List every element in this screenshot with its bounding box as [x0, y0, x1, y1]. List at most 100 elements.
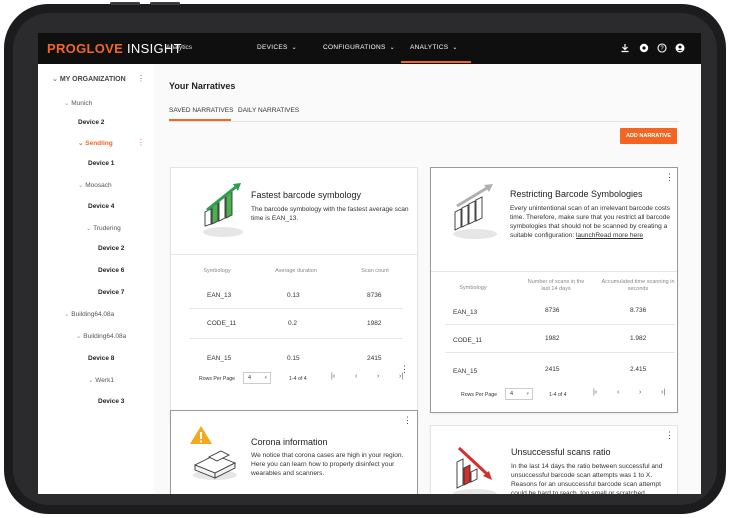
- chevron-down-icon: ⌄: [64, 311, 70, 318]
- table-cell: EAN_15: [453, 368, 478, 375]
- sidebar-item-device[interactable]: Device 6: [98, 267, 124, 274]
- table-cell: CODE_11: [207, 320, 237, 327]
- table-row-divider: [189, 308, 403, 309]
- nav-configurations-label: CONFIGURATIONS: [323, 44, 386, 51]
- chevron-down-icon: ⌄: [76, 333, 82, 340]
- nav-devices[interactable]: DEVICES ⌄: [257, 44, 297, 51]
- column-header[interactable]: Scan count: [347, 268, 403, 275]
- rows-per-page-label: Rows Per Page: [199, 376, 236, 382]
- table-row-divider: [189, 338, 403, 339]
- sidebar-item-building[interactable]: ⌄ Building64.08a: [64, 310, 114, 318]
- add-narrative-button[interactable]: ADD NARRATIVE: [620, 128, 677, 144]
- notification-icon[interactable]: [639, 43, 649, 53]
- more-vert-icon[interactable]: ⋮: [403, 415, 412, 426]
- card-fastest-symbology: Fastest barcode symbology The barcode sy…: [170, 167, 418, 423]
- read-more-link[interactable]: launchRead more here: [576, 232, 643, 239]
- column-header[interactable]: Symbology: [445, 285, 501, 292]
- sidebar-item-device[interactable]: Device 2: [98, 245, 124, 252]
- table-cell: 0.13: [287, 292, 300, 299]
- table-cell: EAN_15: [207, 355, 232, 362]
- sidebar-item-label: Device 1: [88, 160, 115, 167]
- first-page-icon[interactable]: |‹: [593, 389, 597, 396]
- brand-logo[interactable]: PROGLOVE INSIGHT: [47, 41, 182, 56]
- more-vert-icon[interactable]: ⋮: [665, 430, 674, 441]
- download-icon[interactable]: [620, 43, 630, 53]
- sidebar-item-werk[interactable]: ⌄ Werk1: [88, 376, 114, 384]
- sidebar-item-label: Building64.08a: [71, 311, 115, 318]
- help-icon[interactable]: ?: [657, 43, 667, 53]
- card-description: Every unintentional scan of an irrelevan…: [510, 204, 672, 240]
- sidebar-item-label: Trudering: [93, 225, 121, 232]
- previous-page-icon[interactable]: ‹: [355, 373, 357, 380]
- rows-per-page-select[interactable]: 4 ▾: [243, 372, 271, 384]
- nav-active-indicator: [401, 61, 471, 63]
- sidebar-item-munich[interactable]: ⌄ Munich: [64, 99, 92, 107]
- sidebar-item-label: Building64.08a: [83, 333, 127, 340]
- chevron-down-icon: ⌄: [78, 182, 84, 189]
- barcode-restrict-illustration: [453, 184, 497, 239]
- table-cell: EAN_13: [207, 292, 232, 299]
- sidebar-item-trudering[interactable]: ⌄ Trudering: [86, 224, 121, 232]
- previous-page-icon[interactable]: ‹: [617, 389, 619, 396]
- table-cell: 2415: [367, 355, 382, 362]
- next-page-icon[interactable]: ›: [639, 389, 641, 396]
- organization-sidebar: ⌄ MY ORGANIZATION ⋮ ⌄ Munich Device 2 ⌄ …: [38, 64, 154, 494]
- sidebar-item-label: Device 6: [98, 267, 125, 274]
- card-unsuccessful-scans: ⋮ Unsuccessful scans ratio In the last 1…: [430, 425, 678, 494]
- table-cell: 8736: [545, 307, 560, 314]
- table-divider: [431, 271, 677, 272]
- sidebar-item-device[interactable]: Device 4: [88, 203, 114, 210]
- first-page-icon[interactable]: |‹: [331, 373, 335, 380]
- card-title: Restricting Barcode Symbologies: [510, 189, 643, 199]
- column-header[interactable]: Symbology: [189, 268, 245, 275]
- next-page-icon[interactable]: ›: [377, 373, 379, 380]
- card-title: Corona information: [251, 437, 328, 447]
- last-page-icon[interactable]: ›|: [661, 389, 665, 396]
- tab-divider: [169, 121, 679, 122]
- app-screen: PROGLOVE INSIGHT Analytics DEVICES ⌄ CONF…: [38, 33, 701, 494]
- more-vert-icon[interactable]: ⋮: [137, 74, 145, 83]
- sidebar-item-sendling[interactable]: ⌄ Sendling: [78, 139, 113, 147]
- table-cell: 2415: [545, 366, 560, 373]
- dropdown-arrow-icon: ▾: [264, 375, 267, 381]
- sidebar-item-device[interactable]: Device 8: [88, 355, 114, 362]
- chevron-down-icon: ⌄: [452, 45, 458, 51]
- rows-per-page-value: 4: [248, 375, 252, 381]
- more-vert-icon[interactable]: ⋮: [137, 138, 145, 147]
- dropdown-arrow-icon: ▾: [526, 391, 529, 397]
- column-header[interactable]: Accumulated time scanning in seconds: [601, 279, 675, 293]
- sidebar-root[interactable]: ⌄ MY ORGANIZATION: [52, 75, 126, 83]
- nav-configurations[interactable]: CONFIGURATIONS ⌄: [323, 44, 395, 51]
- column-header[interactable]: Number of scans in the last 14 days: [523, 279, 589, 293]
- sidebar-item-label: Werk1: [95, 377, 114, 384]
- rows-per-page-select[interactable]: 4 ▾: [505, 388, 533, 400]
- nav-analytics-label: ANALYTICS: [410, 44, 449, 51]
- sidebar-item-device[interactable]: Device 3: [98, 398, 124, 405]
- card-description: The barcode symbology with the fastest a…: [251, 206, 409, 222]
- sidebar-item-device[interactable]: Device 7: [98, 289, 124, 296]
- chevron-down-icon: ⌄: [389, 45, 395, 51]
- sidebar-item-building[interactable]: ⌄ Building64.08a: [76, 332, 126, 340]
- table-divider: [171, 254, 417, 255]
- pagination-range: 1-4 of 4: [549, 392, 567, 398]
- tablet-side-button: [150, 2, 180, 5]
- more-vert-icon[interactable]: ⋮: [400, 364, 409, 375]
- chevron-down-icon: ⌄: [88, 377, 94, 384]
- sidebar-item-label: Device 3: [98, 398, 125, 405]
- nav-analytics[interactable]: ANALYTICS ⌄: [410, 44, 458, 51]
- barcode-decline-illustration: [453, 446, 497, 494]
- card-title: Unsuccessful scans ratio: [511, 447, 611, 457]
- rows-per-page-label: Rows Per Page: [461, 392, 498, 398]
- column-header[interactable]: Average duration: [263, 268, 329, 275]
- account-icon[interactable]: [675, 43, 685, 53]
- card-description: In the last 14 days the ratio between su…: [511, 463, 663, 494]
- sidebar-item-device[interactable]: Device 1: [88, 160, 114, 167]
- tab-saved-narratives[interactable]: SAVED NARRATIVES: [169, 107, 233, 114]
- sidebar-item-label: Device 2: [78, 119, 105, 126]
- table-cell: EAN_13: [453, 309, 478, 316]
- sidebar-item-device[interactable]: Device 2: [78, 119, 104, 126]
- card-corona-information: ⋮ Corona information We notice that coro…: [170, 410, 418, 494]
- more-vert-icon[interactable]: ⋮: [665, 172, 674, 183]
- tab-daily-narratives[interactable]: DAILY NARRATIVES: [238, 107, 299, 114]
- sidebar-item-moosach[interactable]: ⌄ Moosach: [78, 181, 112, 189]
